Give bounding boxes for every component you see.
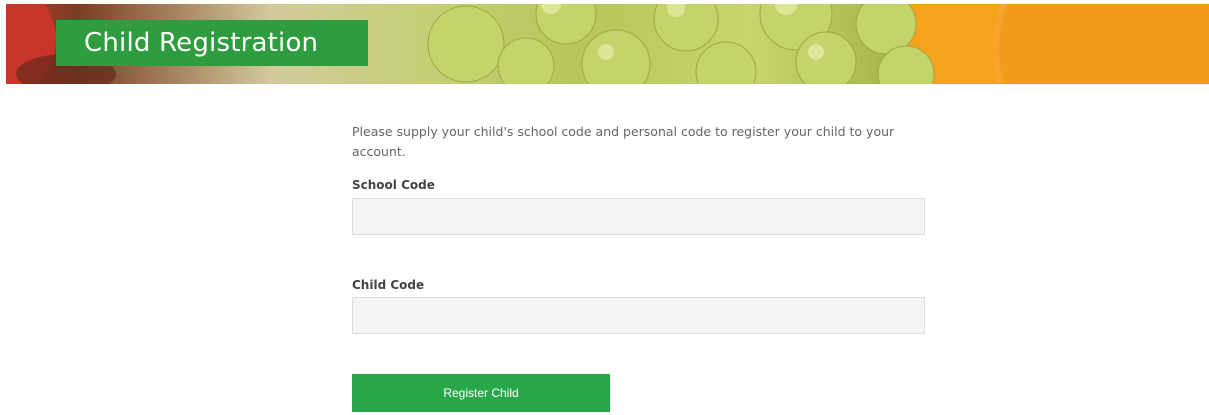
register-child-button[interactable]: Register Child — [352, 374, 610, 412]
school-code-label: School Code — [352, 178, 435, 192]
school-code-input[interactable] — [352, 198, 925, 235]
header-banner: Child Registration — [6, 4, 1209, 84]
registration-form: Please supply your child's school code a… — [352, 122, 927, 412]
child-code-input[interactable] — [352, 297, 925, 334]
child-code-label: Child Code — [352, 278, 425, 292]
page-title: Child Registration — [56, 20, 368, 66]
intro-text: Please supply your child's school code a… — [352, 124, 895, 159]
